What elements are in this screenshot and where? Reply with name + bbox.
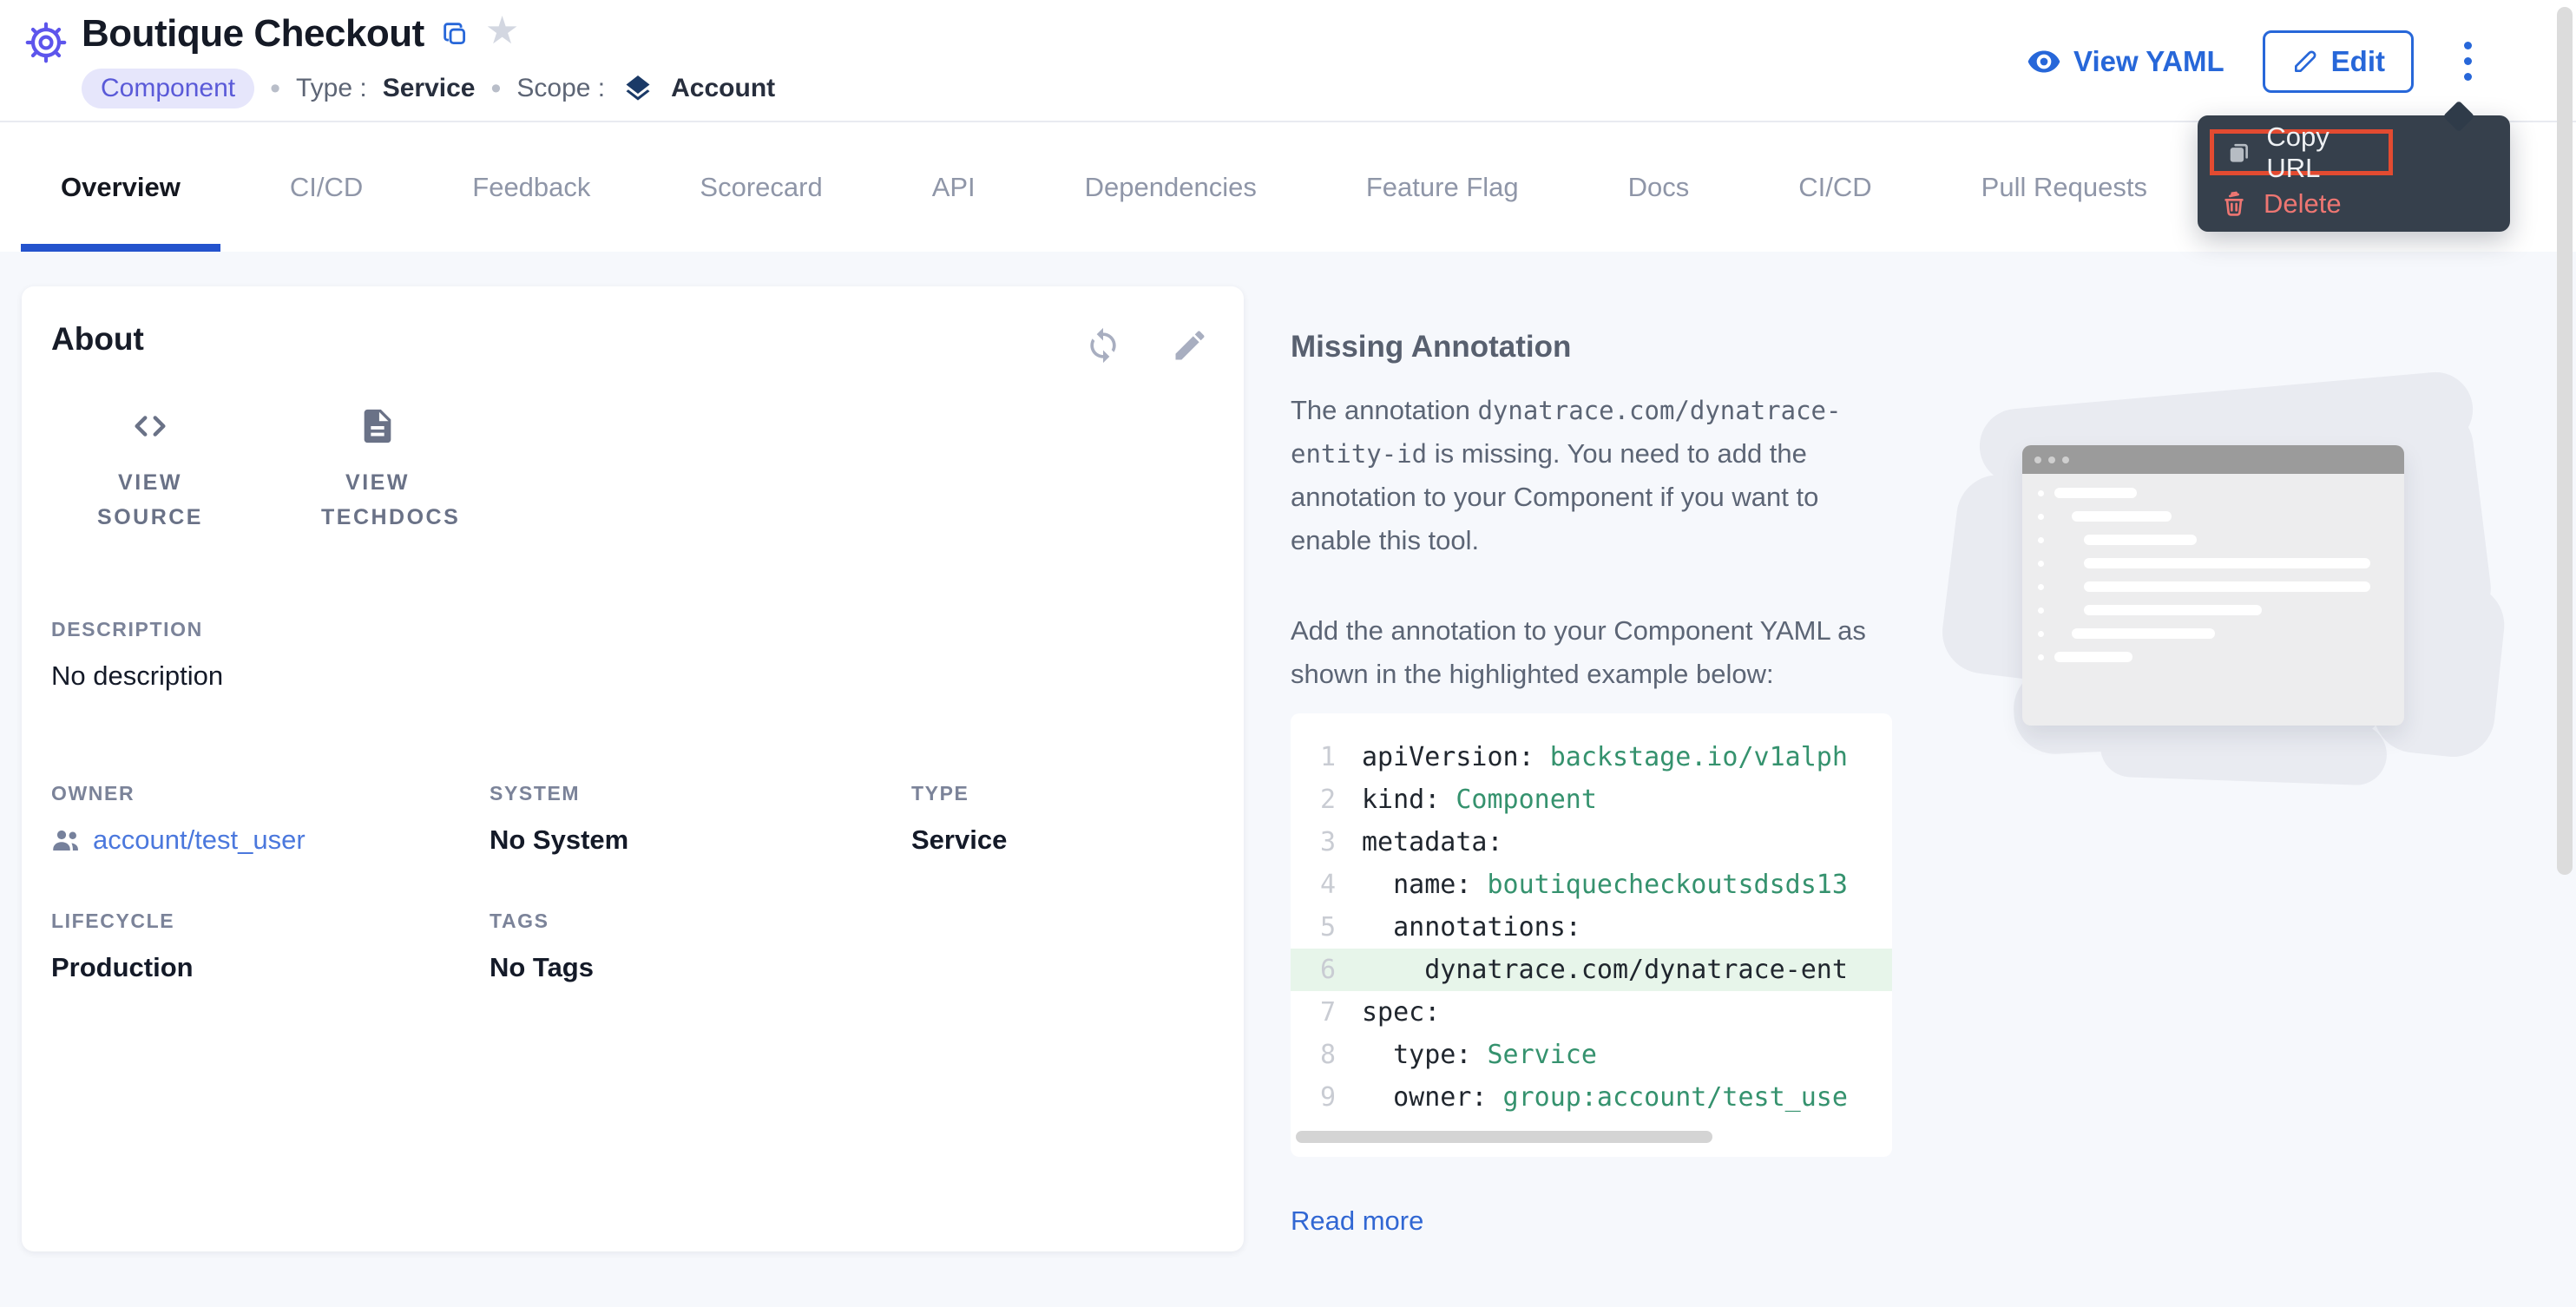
tab-api[interactable]: API <box>892 122 1015 252</box>
tab-docs[interactable]: Docs <box>1588 122 1730 252</box>
view-techdocs-link[interactable]: VIEW TECHDOCS <box>299 406 456 535</box>
scope-layers-icon <box>622 73 654 104</box>
tab-feedback[interactable]: Feedback <box>432 122 630 252</box>
eye-icon <box>2027 44 2061 79</box>
type-field: TYPE Service <box>911 782 1209 856</box>
code-line-7: 7spec: <box>1291 991 1892 1034</box>
code-line-8: 8 type: Service <box>1291 1034 1892 1076</box>
tags-value: No Tags <box>490 952 911 983</box>
copy-name-icon[interactable] <box>440 19 470 49</box>
copy-url-icon <box>2226 139 2251 167</box>
owner-value: account/test_user <box>93 824 306 856</box>
missing-annotation-panel: Missing Annotation The annotation dynatr… <box>1291 330 1907 1237</box>
view-techdocs-label: VIEW TECHDOCS <box>321 465 434 535</box>
view-yaml-label: View YAML <box>2073 45 2224 78</box>
lifecycle-value: Production <box>51 952 490 983</box>
system-field: SYSTEM No System <box>490 782 911 856</box>
entity-meta-row: Component • Type : Service • Scope : Acc… <box>82 68 775 109</box>
page-header: Boutique Checkout ★ Component • Type : S… <box>0 0 2576 122</box>
missing-annotation-title: Missing Annotation <box>1291 330 1907 365</box>
content-area: About VIEW SOURCE <box>0 252 2576 1307</box>
page-vertical-scrollbar[interactable] <box>2557 7 2573 875</box>
tab-dependencies[interactable]: Dependencies <box>1045 122 1297 252</box>
missing-annotation-body: The annotation dynatrace.com/dynatrace-e… <box>1291 389 1903 562</box>
owner-label: OWNER <box>51 782 490 805</box>
tags-label: TAGS <box>490 910 911 933</box>
edit-about-pencil-icon[interactable] <box>1171 326 1209 365</box>
copy-url-label: Copy URL <box>2266 122 2376 184</box>
type-label: Type : <box>296 74 367 103</box>
view-source-label: VIEW SOURCE <box>94 465 207 535</box>
system-value: No System <box>490 824 911 856</box>
tab-cicd[interactable]: CI/CD <box>250 122 403 252</box>
owner-link[interactable]: account/test_user <box>51 824 490 856</box>
tab-pull-requests[interactable]: Pull Requests <box>1942 122 2187 252</box>
type-field-label: TYPE <box>911 782 1209 805</box>
kebab-menu-icon[interactable] <box>2452 33 2484 89</box>
entity-page: Boutique Checkout ★ Component • Type : S… <box>0 0 2576 1307</box>
tags-field: TAGS No Tags <box>490 910 911 983</box>
code-window-illustration <box>1944 373 2517 790</box>
code-line-1: 1apiVersion: backstage.io/v1alph <box>1291 736 1892 778</box>
header-left: Boutique Checkout ★ Component • Type : S… <box>24 12 775 109</box>
lifecycle-field: LIFECYCLE Production <box>51 910 490 983</box>
delete-label: Delete <box>2264 188 2342 220</box>
header-actions: View YAML Edit <box>2027 0 2484 122</box>
edit-button[interactable]: Edit <box>2263 30 2414 93</box>
description-label: DESCRIPTION <box>51 618 1209 641</box>
document-icon <box>358 406 398 446</box>
page-title: Boutique Checkout <box>82 12 424 56</box>
tab-feature-flag[interactable]: Feature Flag <box>1326 122 1559 252</box>
mini-window-titlebar <box>2022 445 2404 474</box>
type-field-value: Service <box>911 824 1209 856</box>
scope-label: Scope : <box>516 74 605 103</box>
code-brackets-icon <box>130 406 170 446</box>
lifecycle-label: LIFECYCLE <box>51 910 490 933</box>
code-line-2: 2kind: Component <box>1291 778 1892 821</box>
code-horizontal-scrollbar[interactable] <box>1296 1131 1712 1143</box>
title-block: Boutique Checkout ★ Component • Type : S… <box>82 12 775 109</box>
refresh-icon[interactable] <box>1084 326 1122 365</box>
kind-chip: Component <box>82 69 254 108</box>
separator-dot: • <box>270 72 280 106</box>
tab-bar: Overview CI/CD Feedback Scorecard API De… <box>0 122 2576 252</box>
tab-cicd-2[interactable]: CI/CD <box>1758 122 1911 252</box>
delete-menu-item[interactable]: Delete <box>2220 188 2342 220</box>
system-label: SYSTEM <box>490 782 911 805</box>
code-line-3: 3metadata: <box>1291 821 1892 864</box>
favorite-star-icon[interactable]: ★ <box>485 12 519 50</box>
mini-editor-window <box>2022 445 2404 726</box>
group-icon <box>51 827 82 853</box>
view-yaml-button[interactable]: View YAML <box>2027 44 2224 79</box>
scope-value: Account <box>671 74 775 103</box>
tab-overview[interactable]: Overview <box>21 122 220 252</box>
trash-icon <box>2220 189 2248 219</box>
description-value: No description <box>51 660 1209 692</box>
code-line-5: 5 annotations: <box>1291 906 1892 949</box>
component-gear-icon <box>24 21 68 64</box>
separator-dot: • <box>491 72 502 106</box>
yaml-code-block: 1apiVersion: backstage.io/v1alph 2kind: … <box>1291 713 1892 1157</box>
context-menu: Copy URL Delete <box>2198 115 2510 232</box>
read-more-link[interactable]: Read more <box>1291 1205 1423 1237</box>
tab-scorecard[interactable]: Scorecard <box>660 122 862 252</box>
owner-field: OWNER account/test_user <box>51 782 490 856</box>
edit-button-label: Edit <box>2331 45 2385 78</box>
copy-url-menu-item[interactable]: Copy URL <box>2210 129 2393 175</box>
about-card-title: About <box>51 321 144 358</box>
missing-annotation-body2: Add the annotation to your Component YAM… <box>1291 609 1903 696</box>
code-line-4: 4 name: boutiquecheckoutsdsds13 <box>1291 864 1892 906</box>
about-card: About VIEW SOURCE <box>22 286 1244 1251</box>
type-value: Service <box>383 74 476 103</box>
code-line-9: 9 owner: group:account/test_use <box>1291 1076 1892 1119</box>
edit-pencil-icon <box>2291 48 2319 76</box>
view-source-link[interactable]: VIEW SOURCE <box>72 406 228 535</box>
code-line-6-highlighted: 6 dynatrace.com/dynatrace-ent <box>1291 949 1892 991</box>
